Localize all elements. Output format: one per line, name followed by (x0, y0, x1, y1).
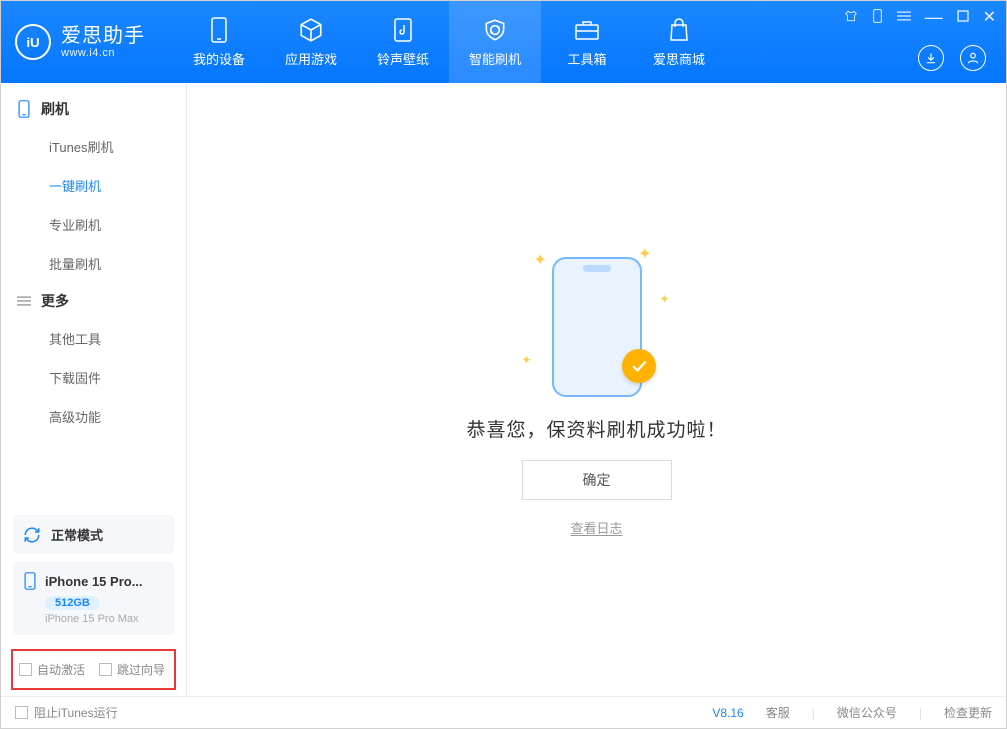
sidebar-item-itunes-flash[interactable]: iTunes刷机 (1, 127, 186, 166)
checkbox-icon (15, 706, 28, 719)
nav-label: 爱思商城 (653, 49, 705, 68)
block-itunes-checkbox[interactable]: 阻止iTunes运行 (15, 704, 118, 721)
sidebar-item-download-firmware[interactable]: 下载固件 (1, 358, 186, 397)
skin-icon[interactable] (844, 9, 858, 26)
refresh-icon (23, 526, 41, 544)
user-button[interactable] (960, 45, 986, 71)
menu-icon (17, 294, 31, 308)
success-message: 恭喜您，保资料刷机成功啦！ (466, 415, 726, 442)
cube-icon (298, 17, 324, 43)
minimize-button[interactable]: — (925, 13, 943, 21)
check-badge-icon (622, 349, 656, 383)
sidebar-group-more: 更多 (1, 283, 186, 319)
mode-indicator[interactable]: 正常模式 (13, 515, 174, 554)
sidebar-item-one-click-flash[interactable]: 一键刷机 (1, 166, 186, 205)
logo-icon: iU (15, 24, 51, 60)
device-card[interactable]: iPhone 15 Pro... 512GB iPhone 15 Pro Max (13, 562, 174, 635)
sidebar-group-flash: 刷机 (1, 91, 186, 127)
app-url: www.i4.cn (61, 47, 145, 59)
menu-icon[interactable] (897, 10, 911, 25)
refresh-shield-icon (482, 17, 508, 43)
nav-ringtones-wallpapers[interactable]: 铃声壁纸 (357, 1, 449, 83)
ok-button[interactable]: 确定 (522, 460, 672, 500)
nav-label: 工具箱 (567, 49, 606, 68)
sidebar-item-batch-flash[interactable]: 批量刷机 (1, 244, 186, 283)
sidebar-item-pro-flash[interactable]: 专业刷机 (1, 205, 186, 244)
nav-smart-flash[interactable]: 智能刷机 (449, 1, 541, 83)
nav-toolbox[interactable]: 工具箱 (541, 1, 633, 83)
wechat-link[interactable]: 微信公众号 (837, 704, 897, 721)
auto-activate-checkbox[interactable]: 自动激活 (19, 661, 85, 678)
app-title: 爱思助手 (61, 25, 145, 47)
version-label: V8.16 (712, 706, 743, 720)
sidebar-item-advanced[interactable]: 高级功能 (1, 397, 186, 436)
view-log-link[interactable]: 查看日志 (570, 518, 622, 537)
nav-label: 智能刷机 (469, 49, 521, 68)
nav-my-device[interactable]: 我的设备 (173, 1, 265, 83)
skip-guide-checkbox[interactable]: 跳过向导 (99, 661, 165, 678)
logo[interactable]: iU 爱思助手 www.i4.cn (15, 1, 145, 83)
music-icon (390, 17, 416, 43)
nav-label: 我的设备 (193, 49, 245, 68)
device-model: iPhone 15 Pro Max (45, 613, 164, 625)
close-button[interactable]: ✕ (983, 7, 996, 27)
support-link[interactable]: 客服 (766, 704, 790, 721)
check-update-link[interactable]: 检查更新 (944, 704, 992, 721)
storage-badge: 512GB (45, 596, 100, 610)
success-illustration: ✦ ✦ ✦ ✦ (512, 242, 682, 397)
toolbox-icon (574, 17, 600, 43)
phone-small-icon[interactable] (872, 9, 883, 26)
phone-icon (17, 100, 31, 118)
maximize-button[interactable] (957, 10, 969, 25)
device-name: iPhone 15 Pro... (45, 574, 143, 589)
checkbox-icon (19, 663, 32, 676)
sidebar-item-other-tools[interactable]: 其他工具 (1, 319, 186, 358)
nav-label: 铃声壁纸 (377, 49, 429, 68)
nav-label: 应用游戏 (285, 49, 337, 68)
phone-icon (23, 572, 37, 590)
device-icon (206, 17, 232, 43)
nav-store[interactable]: 爱思商城 (633, 1, 725, 83)
checkbox-icon (99, 663, 112, 676)
svg-text:iU: iU (26, 35, 39, 50)
nav-apps-games[interactable]: 应用游戏 (265, 1, 357, 83)
flash-options-highlighted: 自动激活 跳过向导 (11, 649, 176, 690)
download-button[interactable] (918, 45, 944, 71)
bag-icon (666, 17, 692, 43)
